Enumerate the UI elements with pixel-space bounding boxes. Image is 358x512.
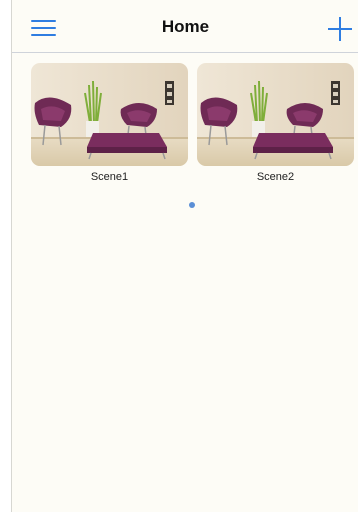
navigation-bar: Home: [12, 0, 358, 53]
scene-label: Scene2: [256, 171, 295, 183]
scene-thumbnail-image: [31, 63, 188, 166]
scene-label: Scene1: [90, 171, 129, 183]
app-screen: Home Scene1 Scene2: [11, 0, 358, 512]
add-scene-plus-icon[interactable]: [328, 17, 352, 41]
scene-card-1[interactable]: Scene1: [31, 63, 188, 183]
scene-thumbnail-image: [197, 63, 354, 166]
page-indicator-dot: [189, 202, 195, 208]
page-title: Home: [161, 17, 210, 36]
scene-card-2[interactable]: Scene2: [197, 63, 354, 183]
